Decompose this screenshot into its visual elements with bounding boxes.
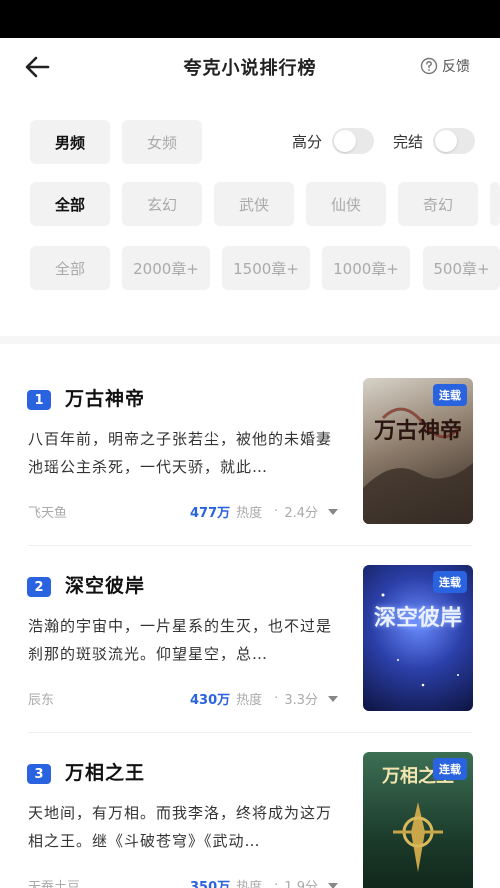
author-name: 天蚕土豆 — [28, 880, 81, 888]
book-description: 八百年前，明帝之子张若尘，被他的未婚妻池瑶公主杀死，一代天骄，就此… — [28, 430, 333, 476]
list-item[interactable]: 2 深空彼岸 浩瀚的宇宙中，一片星系的生灭，也不过是刹那的斑驳流光。仰望星空，总… — [0, 531, 500, 733]
book-title: 万相之王 — [65, 762, 146, 784]
list-item[interactable]: 1 万古神帝 八百年前，明帝之子张若尘，被他的未婚妻池瑶公主杀死，一代天骄，就此… — [0, 344, 500, 546]
book-meta: 辰东 430万 热度 · 3.3分 — [28, 689, 338, 708]
length-chip-500[interactable]: 500章+ — [423, 246, 500, 290]
book-description: 浩瀚的宇宙中，一片星系的生灭，也不过是刹那的斑驳流光。仰望星空，总… — [28, 617, 333, 663]
status-badge: 连载 — [433, 384, 467, 406]
rank-badge: 3 — [27, 764, 51, 784]
length-row: 全部 2000章+ 1500章+ 1000章+ 500章+ — [0, 246, 500, 290]
length-chip-all[interactable]: 全部 — [30, 246, 110, 290]
genre-chip-all[interactable]: 全部 — [30, 182, 110, 226]
feedback-button[interactable]: 反馈 — [420, 56, 470, 76]
cover-title: 深空彼岸 — [373, 605, 462, 631]
status-bar — [0, 0, 500, 38]
rank-badge: 1 — [27, 390, 51, 410]
book-cover[interactable]: 万古神帝 连载 — [363, 378, 473, 524]
section-divider — [0, 336, 500, 344]
high-score-label: 高分 — [292, 132, 323, 151]
help-circle-icon — [420, 57, 438, 75]
heat-value: 430万 — [190, 693, 231, 708]
book-title: 万古神帝 — [65, 388, 146, 410]
book-meta: 天蚕土豆 350万 热度 · 1.9分 — [28, 876, 338, 888]
status-badge: 连载 — [433, 571, 467, 593]
heat-value: 350万 — [190, 880, 231, 888]
heat-label: 热度 — [236, 506, 263, 521]
completed-label: 完结 — [393, 132, 424, 151]
genre-chip-xuanhuan[interactable]: 玄幻 — [122, 182, 202, 226]
score-value: 1.9分 — [284, 880, 318, 888]
list-item[interactable]: 3 万相之王 天地间，有万相。而我李洛，终将成为这万相之王。继《斗破苍穹》《武动… — [0, 718, 500, 888]
feedback-label: 反馈 — [442, 59, 470, 75]
toggle-knob — [334, 130, 357, 152]
toggle-knob — [435, 130, 458, 152]
score-value: 2.4分 — [284, 506, 318, 521]
genre-row: 全部 玄幻 武侠 仙侠 奇幻 — [0, 182, 500, 226]
separator-dot: · — [274, 878, 279, 888]
author-name: 辰东 — [28, 693, 55, 708]
length-chip-1500[interactable]: 1500章+ — [222, 246, 310, 290]
status-badge: 连载 — [433, 758, 467, 780]
book-description: 天地间，有万相。而我李洛，终将成为这万相之王。继《斗破苍穹》《武动… — [28, 804, 333, 850]
length-chip-1000[interactable]: 1000章+ — [322, 246, 410, 290]
genre-chip-overflow[interactable] — [490, 182, 500, 226]
length-chip-2000[interactable]: 2000章+ — [122, 246, 210, 290]
header: 夸克小说排行榜 反馈 — [0, 38, 500, 96]
genre-chip-wuxia[interactable]: 武侠 — [214, 182, 294, 226]
filter-panel: 男频 女频 高分 完结 全部 玄幻 武侠 仙侠 奇幻 全部 2000章+ 150… — [0, 96, 500, 336]
separator-dot: · — [274, 691, 279, 706]
score-value: 3.3分 — [284, 693, 318, 708]
cover-title: 万古神帝 — [373, 418, 462, 444]
rank-badge: 2 — [27, 577, 51, 597]
more-triangle-icon[interactable] — [328, 695, 338, 703]
gender-tab-female[interactable]: 女频 — [122, 120, 202, 164]
gender-row: 男频 女频 高分 完结 — [0, 120, 500, 164]
completed-toggle[interactable] — [433, 128, 476, 154]
high-score-toggle[interactable] — [332, 128, 375, 154]
heat-label: 热度 — [236, 693, 263, 708]
gender-tab-male[interactable]: 男频 — [30, 120, 110, 164]
heat-value: 477万 — [190, 506, 231, 521]
more-triangle-icon[interactable] — [328, 882, 338, 888]
author-name: 飞天鱼 — [28, 506, 68, 521]
book-cover[interactable]: 万相之王 连载 — [363, 752, 473, 888]
genre-chip-qihuan[interactable]: 奇幻 — [398, 182, 478, 226]
high-score-toggle-group: 高分 — [292, 128, 375, 154]
genre-chip-xianxia[interactable]: 仙侠 — [306, 182, 386, 226]
book-cover[interactable]: 深空彼岸 连载 — [363, 565, 473, 711]
separator-dot: · — [274, 504, 279, 519]
book-meta: 飞天鱼 477万 热度 · 2.4分 — [28, 502, 338, 521]
book-title: 深空彼岸 — [65, 575, 146, 597]
heat-label: 热度 — [236, 880, 263, 888]
more-triangle-icon[interactable] — [328, 508, 338, 516]
completed-toggle-group: 完结 — [393, 128, 476, 154]
